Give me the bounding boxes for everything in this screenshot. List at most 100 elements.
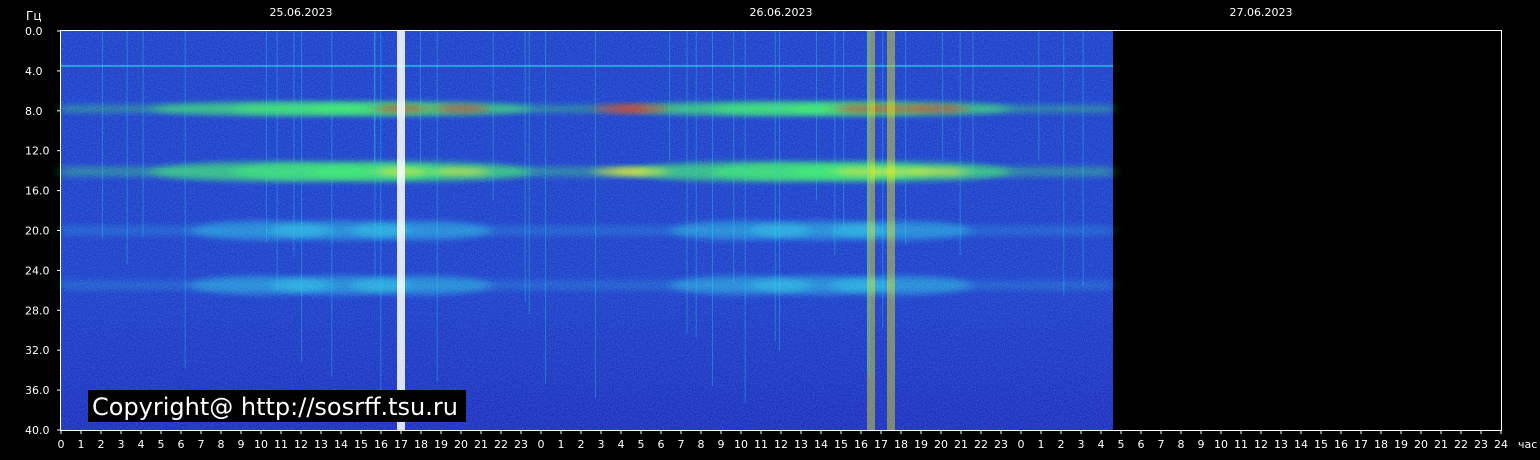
x-tick-label: 23 <box>514 438 528 451</box>
vertical-streak <box>942 31 944 162</box>
vertical-streak <box>528 31 530 314</box>
x-tick-label: 7 <box>678 438 685 451</box>
x-tick-label: 6 <box>658 438 665 451</box>
x-tick-label: 2 <box>1058 438 1065 451</box>
x-tick-label: 9 <box>238 438 245 451</box>
y-axis: 0.0 4.0 8.0 12.0 16.0 20.0 24.0 28.0 32.0 36.0 40.… <box>25 25 61 437</box>
vertical-streak <box>972 31 974 175</box>
x-tick-label: 14 <box>814 438 828 451</box>
x-tick-label: 20 <box>1414 438 1428 451</box>
x-tick-label: 19 <box>914 438 928 451</box>
x-tick-label: 1 <box>1038 438 1045 451</box>
y-axis-label: Гц <box>26 9 42 23</box>
x-tick-label: 2 <box>578 438 585 451</box>
x-tick-label: 4 <box>618 438 625 451</box>
x-tick-label: 21 <box>474 438 488 451</box>
vertical-event <box>887 31 895 430</box>
x-tick-label: 13 <box>314 438 328 451</box>
vertical-streak <box>492 31 494 201</box>
x-tick-label: 5 <box>638 438 645 451</box>
x-tick-label: 7 <box>198 438 205 451</box>
x-tick-label: 14 <box>334 438 348 451</box>
x-tick-label: 6 <box>1138 438 1145 451</box>
x-tick-label: 5 <box>1118 438 1125 451</box>
x-tick-label: 3 <box>118 438 125 451</box>
vertical-streak <box>711 31 713 387</box>
x-tick-label: 1 <box>558 438 565 451</box>
x-tick-label: 4 <box>1098 438 1105 451</box>
x-tick-label: 19 <box>1394 438 1408 451</box>
y-tick-label: 16.0 <box>25 185 50 198</box>
x-tick-label: 9 <box>1198 438 1205 451</box>
x-tick-label: 0 <box>1018 438 1025 451</box>
vertical-streak <box>774 31 776 342</box>
x-tick-label: 11 <box>274 438 288 451</box>
x-tick-label: 19 <box>434 438 448 451</box>
x-tick-label: 11 <box>1234 438 1248 451</box>
x-tick-label: 18 <box>894 438 908 451</box>
x-tick-label: 20 <box>934 438 948 451</box>
spectrogram-chart: 0.0 4.0 8.0 12.0 16.0 20.0 24.0 28.0 32.0 36.0 40.… <box>25 6 1537 451</box>
vertical-streak <box>959 31 961 256</box>
vertical-event <box>867 31 875 430</box>
x-tick-label: 21 <box>954 438 968 451</box>
vertical-streak <box>686 31 688 334</box>
x-tick-label: 15 <box>834 438 848 451</box>
x-tick-label: 17 <box>1354 438 1368 451</box>
x-axis: 0 1 2 3 4 5 6 7 8 9 10 11 12 13 14 15 16 17 18 19 20 21 22 23 0 1… <box>58 430 1508 451</box>
x-tick-label: 3 <box>598 438 605 451</box>
x-tick-label: 5 <box>158 438 165 451</box>
x-tick-label: 10 <box>734 438 748 451</box>
vertical-streak <box>744 31 746 404</box>
x-tick-label: 8 <box>218 438 225 451</box>
x-tick-label: 16 <box>374 438 388 451</box>
vertical-streak <box>293 31 295 257</box>
x-axis-label: час <box>1518 438 1537 451</box>
y-tick-label: 28.0 <box>25 304 50 317</box>
x-tick-label: 1 <box>78 438 85 451</box>
y-tick-label: 40.0 <box>25 424 50 437</box>
x-tick-label: 4 <box>138 438 145 451</box>
x-tick-label: 22 <box>1454 438 1468 451</box>
y-tick-label: 0.0 <box>25 25 43 38</box>
x-tick-label: 17 <box>874 438 888 451</box>
vertical-streak <box>594 31 596 398</box>
date-label: 27.06.2023 <box>1230 6 1293 19</box>
vertical-streak <box>867 31 869 371</box>
vertical-streak <box>815 31 817 201</box>
x-tick-label: 3 <box>1078 438 1085 451</box>
x-tick-label: 0 <box>538 438 545 451</box>
x-tick-label: 6 <box>178 438 185 451</box>
vertical-streak <box>1063 31 1065 296</box>
x-tick-label: 13 <box>1274 438 1288 451</box>
x-tick-label: 21 <box>1434 438 1448 451</box>
x-tick-label: 14 <box>1294 438 1308 451</box>
x-tick-label: 18 <box>1374 438 1388 451</box>
y-tick-label: 12.0 <box>25 145 50 158</box>
x-tick-label: 16 <box>1334 438 1348 451</box>
vertical-streak <box>265 31 267 243</box>
vertical-streak <box>301 31 303 363</box>
x-tick-label: 22 <box>974 438 988 451</box>
y-tick-label: 36.0 <box>25 384 50 397</box>
x-tick-label: 12 <box>774 438 788 451</box>
x-tick-label: 0 <box>58 438 65 451</box>
vertical-streak <box>524 31 526 302</box>
noise-texture <box>61 31 1113 430</box>
x-tick-label: 11 <box>754 438 768 451</box>
vertical-streak <box>374 31 376 278</box>
x-tick-label: 20 <box>454 438 468 451</box>
x-tick-label: 10 <box>254 438 268 451</box>
vertical-streak <box>184 31 186 369</box>
y-tick-label: 32.0 <box>25 344 50 357</box>
vertical-streak <box>1082 31 1084 286</box>
spectrogram-area <box>61 31 1113 430</box>
vertical-streak <box>882 31 884 329</box>
date-label: 26.06.2023 <box>750 6 813 19</box>
vertical-streak <box>101 31 103 239</box>
y-tick-label: 8.0 <box>25 105 43 118</box>
vertical-streak <box>436 31 438 382</box>
vertical-streak <box>380 31 382 399</box>
x-tick-label: 24 <box>1494 438 1508 451</box>
x-tick-label: 8 <box>698 438 705 451</box>
